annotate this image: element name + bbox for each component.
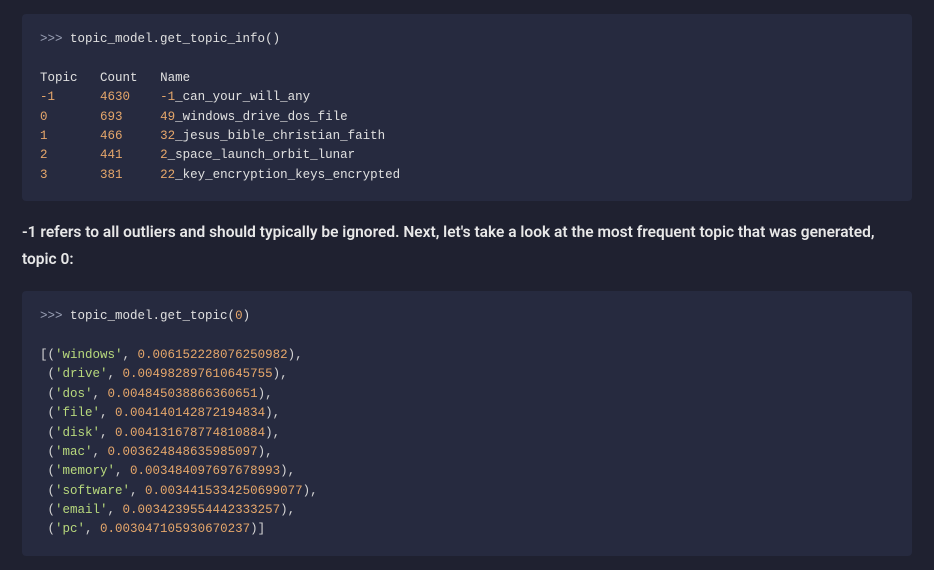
call: topic_model.get_topic(0) [70,309,250,323]
prompt: >>> [40,32,63,46]
table-row: 3 381 22_key_encryption_keys_encrypted [40,168,400,182]
table-row: -1 4630 -1_can_your_will_any [40,90,310,104]
code-content: >>> topic_model.get_topic(0) [('windows'… [40,307,894,540]
code-block-get-topic: >>> topic_model.get_topic(0) [('windows'… [22,291,912,556]
list-open: [( [40,348,55,362]
call: topic_model.get_topic_info() [70,32,280,46]
table-header: Topic Count Name [40,71,190,85]
paragraph-text: -1 refers to all outliers and should typ… [22,219,912,273]
table-row: 1 466 32_jesus_bible_christian_faith [40,129,385,143]
prompt: >>> [40,309,63,323]
table-row: 0 693 49_windows_drive_dos_file [40,110,348,124]
code-content: >>> topic_model.get_topic_info() Topic C… [40,30,894,185]
code-block-topic-info: >>> topic_model.get_topic_info() Topic C… [22,14,912,201]
table-row: 2 441 2_space_launch_orbit_lunar [40,148,355,162]
